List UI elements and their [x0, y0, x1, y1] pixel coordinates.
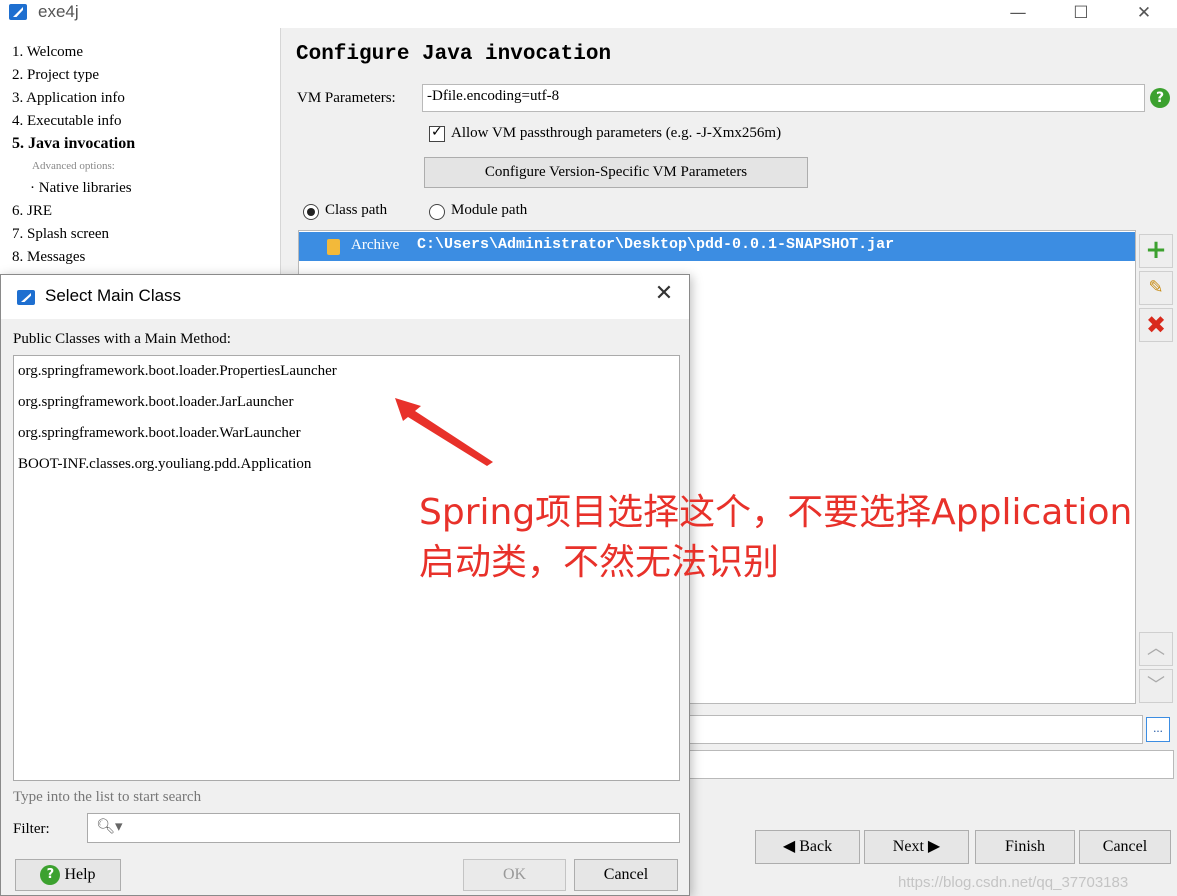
class-path-label: Class path — [325, 202, 388, 218]
window-title: exe4j — [38, 2, 79, 21]
jar-archive-icon — [327, 239, 340, 255]
advanced-options-label: Advanced options: — [32, 160, 115, 172]
close-button[interactable]: ✕ — [1121, 0, 1167, 28]
vm-parameters-input[interactable]: -Dfile.encoding=utf-8 — [422, 84, 1145, 112]
next-arrow-icon: ▶ — [923, 838, 941, 855]
main-class-input[interactable] — [689, 715, 1143, 744]
finish-button[interactable]: Finish — [975, 830, 1075, 864]
main-classes-heading: Public Classes with a Main Method: — [13, 331, 231, 347]
annotation-line-2: 启动类，不然无法识别 — [419, 542, 780, 583]
search-hint: Type into the list to start search — [13, 789, 202, 805]
cancel-button[interactable]: Cancel — [1079, 830, 1171, 864]
back-arrow-icon: ◀ — [782, 838, 800, 855]
step-project-type[interactable]: 2. Project type — [12, 67, 99, 84]
dialog-cancel-button[interactable]: Cancel — [574, 859, 678, 891]
move-up-icon[interactable]: ︿ — [1139, 632, 1173, 666]
search-icon: 🔍︎▾ — [96, 817, 123, 835]
list-item[interactable]: BOOT-INF.classes.org.youliang.pdd.Applic… — [18, 456, 311, 473]
vm-passthrough-checkbox[interactable] — [429, 124, 445, 142]
step-application-info[interactable]: 3. Application info — [12, 90, 125, 107]
back-button[interactable]: ◀ Back — [755, 830, 860, 864]
list-item[interactable]: org.springframework.boot.loader.Properti… — [18, 363, 337, 380]
step-welcome[interactable]: 1. Welcome — [12, 44, 83, 61]
help-icon[interactable]: ? — [1150, 88, 1170, 108]
classpath-entry-path: C:\Users\Administrator\Desktop\pdd-0.0.1… — [417, 236, 895, 253]
configure-version-vm-button[interactable]: Configure Version-Specific VM Parameters — [424, 157, 808, 188]
step-native-libraries[interactable]: · Native libraries — [30, 180, 132, 197]
edit-icon[interactable]: ✎ — [1139, 271, 1173, 305]
vm-parameters-label: VM Parameters: — [297, 90, 396, 106]
step-executable-info[interactable]: 4. Executable info — [12, 113, 122, 130]
class-path-radio[interactable] — [303, 204, 319, 220]
exe4j-app-icon — [17, 290, 35, 305]
watermark: https://blog.csdn.net/qq_37703183 — [898, 874, 1129, 891]
module-path-radio[interactable] — [429, 204, 445, 220]
dialog-title: Select Main Class — [45, 286, 182, 305]
exe4j-app-icon — [9, 4, 27, 20]
remove-icon[interactable]: ✖ — [1139, 308, 1173, 342]
filter-label: Filter: — [13, 821, 50, 837]
filter-input[interactable]: 🔍︎▾ — [87, 813, 680, 843]
step-splash-screen[interactable]: 7. Splash screen — [12, 226, 109, 243]
classpath-row[interactable]: Archive C:\Users\Administrator\Desktop\p… — [299, 232, 1135, 261]
classpath-entry-kind: Archive — [351, 237, 400, 253]
ok-button[interactable]: OK — [463, 859, 566, 891]
step-messages[interactable]: 8. Messages — [12, 249, 85, 266]
help-button[interactable]: ? Help — [15, 859, 121, 891]
dialog-title-bar: Select Main Class ✕ — [1, 275, 689, 319]
annotation-line-1: Spring项目选择这个，不要选择Application — [419, 492, 1133, 533]
dialog-close-icon[interactable]: ✕ — [649, 281, 679, 311]
next-button[interactable]: Next ▶ — [864, 830, 969, 864]
list-item[interactable]: org.springframework.boot.loader.WarLaunc… — [18, 425, 301, 442]
annotation-text: Spring项目选择这个，不要选择Application 启动类，不然无法识别 — [419, 488, 1169, 588]
module-path-label: Module path — [451, 202, 528, 218]
step-java-invocation[interactable]: 5. Java invocation — [12, 135, 135, 153]
page-title: Configure Java invocation — [296, 43, 612, 66]
add-icon[interactable]: + — [1139, 234, 1173, 268]
title-bar: exe4j — ☐ ✕ — [0, 0, 1177, 28]
maximize-button[interactable]: ☐ — [1058, 0, 1104, 28]
browse-main-class-button[interactable]: ... — [1146, 717, 1170, 742]
vm-passthrough-label: Allow VM passthrough parameters (e.g. -J… — [451, 125, 782, 141]
step-jre[interactable]: 6. JRE — [12, 203, 52, 220]
move-down-icon[interactable]: ﹀ — [1139, 669, 1173, 703]
help-icon: ? — [40, 865, 61, 886]
list-item[interactable]: org.springframework.boot.loader.JarLaunc… — [18, 394, 293, 411]
arguments-input[interactable] — [689, 750, 1174, 779]
minimize-button[interactable]: — — [995, 0, 1041, 28]
